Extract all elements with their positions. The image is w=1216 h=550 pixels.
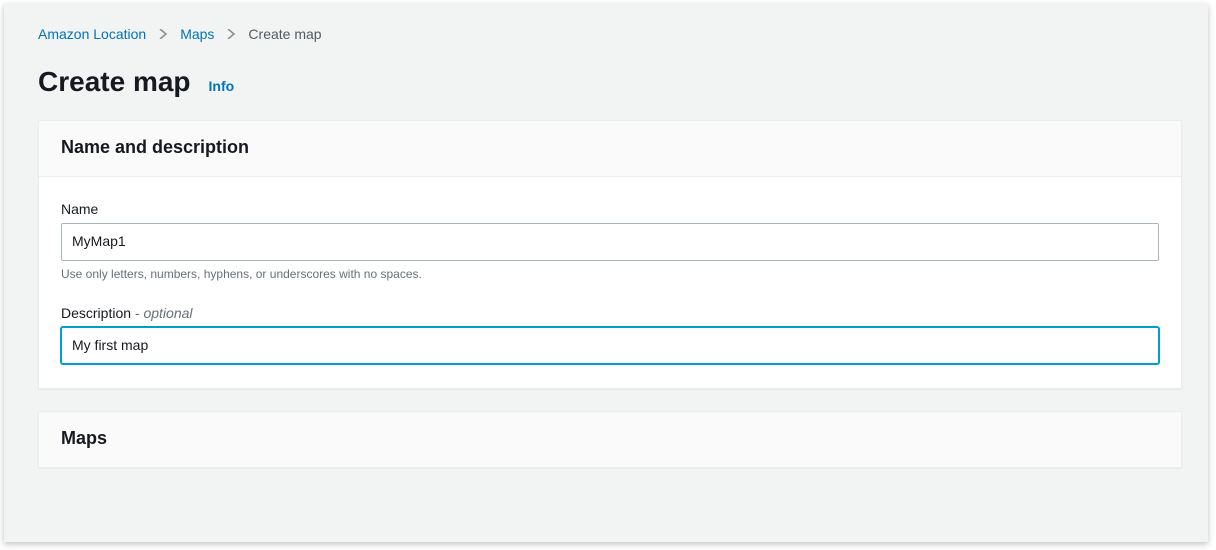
description-label: Description - optional bbox=[61, 305, 1159, 321]
name-label: Name bbox=[61, 201, 1159, 217]
description-optional-text: - optional bbox=[131, 305, 192, 321]
info-link[interactable]: Info bbox=[209, 78, 235, 94]
name-input[interactable] bbox=[61, 223, 1159, 261]
panel-maps: Maps bbox=[38, 411, 1182, 468]
page-title: Create map bbox=[38, 66, 191, 98]
description-label-text: Description bbox=[61, 305, 131, 321]
chevron-right-icon bbox=[158, 29, 168, 39]
panel-name-description: Name and description Name Use only lette… bbox=[38, 120, 1182, 389]
panel-heading: Name and description bbox=[39, 121, 1181, 177]
name-hint: Use only letters, numbers, hyphens, or u… bbox=[61, 267, 1159, 281]
description-input[interactable] bbox=[61, 327, 1159, 365]
breadcrumb-link-maps[interactable]: Maps bbox=[180, 26, 214, 42]
chevron-right-icon bbox=[226, 29, 236, 39]
breadcrumb-link-amazon-location[interactable]: Amazon Location bbox=[38, 26, 146, 42]
panel-heading: Maps bbox=[39, 412, 1181, 467]
breadcrumb: Amazon Location Maps Create map bbox=[4, 4, 1208, 42]
breadcrumb-current: Create map bbox=[248, 26, 321, 42]
